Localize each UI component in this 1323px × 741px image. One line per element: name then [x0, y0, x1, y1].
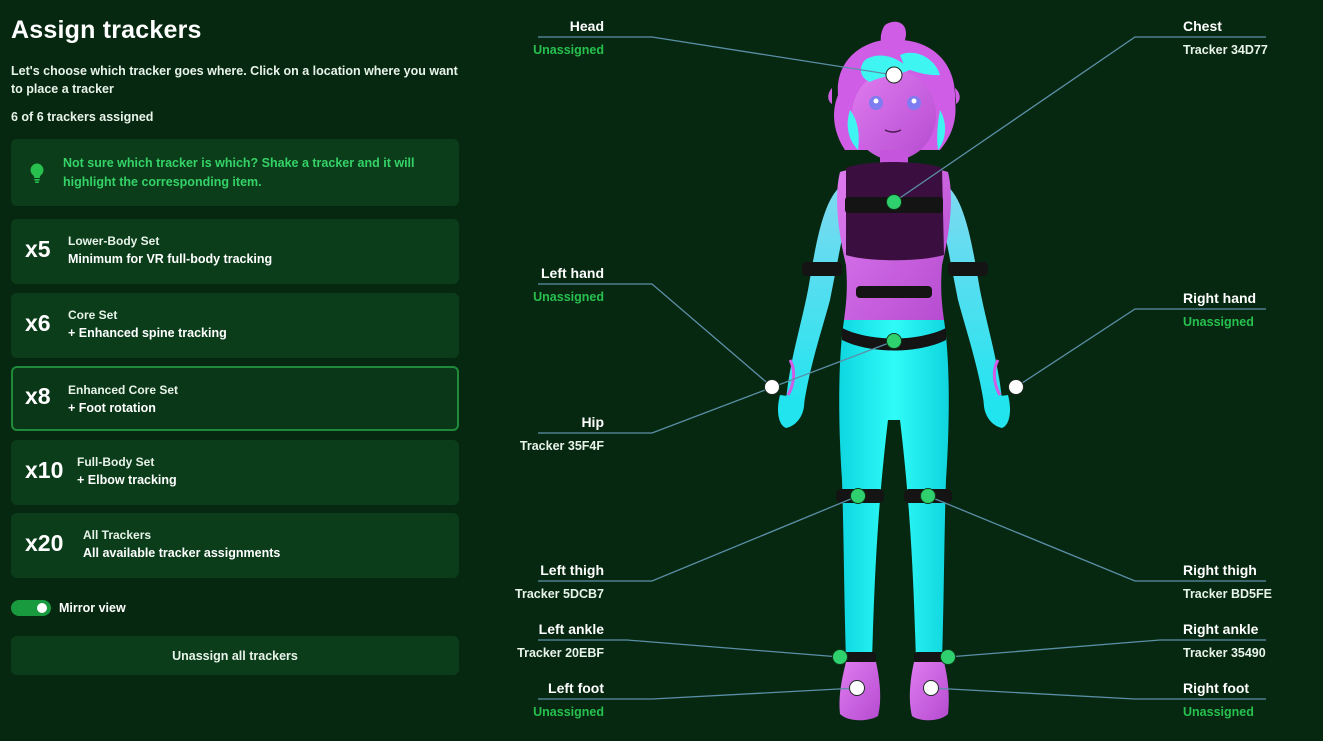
body-part-value: Unassigned [533, 290, 604, 304]
body-part-name: Left thigh [540, 562, 604, 578]
label-left-foot[interactable]: Left foot Unassigned [533, 680, 604, 719]
dot-head[interactable] [885, 66, 903, 84]
label-hip[interactable]: Hip Tracker 35F4F [520, 414, 604, 453]
dot-left-foot[interactable] [849, 680, 865, 696]
body-part-name: Hip [581, 414, 604, 430]
dot-chest[interactable] [886, 194, 902, 210]
body-part-value: Unassigned [1183, 315, 1254, 329]
label-left-thigh[interactable]: Left thigh Tracker 5DCB7 [515, 562, 604, 601]
label-left-hand[interactable]: Left hand Unassigned [533, 265, 604, 304]
body-part-name: Right thigh [1183, 562, 1257, 578]
body-part-name: Left foot [548, 680, 604, 696]
body-part-name: Right ankle [1183, 621, 1259, 637]
body-part-name: Chest [1183, 18, 1222, 34]
body-part-value: Unassigned [533, 43, 604, 57]
body-part-name: Head [569, 18, 604, 34]
label-chest[interactable]: Chest Tracker 34D77 [1183, 18, 1268, 57]
body-part-value: Tracker 35F4F [519, 439, 604, 453]
body-part-name: Left ankle [538, 621, 604, 637]
dot-hip[interactable] [886, 333, 902, 349]
label-right-thigh[interactable]: Right thigh Tracker BD5FE [1183, 562, 1272, 601]
avatar-stage [538, 21, 1266, 721]
body-part-value: Unassigned [1183, 705, 1254, 719]
dot-left-ankle[interactable] [832, 649, 848, 665]
body-part-value: Tracker 20EBF [517, 646, 604, 660]
dot-right-thigh[interactable] [920, 488, 936, 504]
label-right-hand[interactable]: Right hand Unassigned [1183, 290, 1256, 329]
body-part-value: Tracker 5DCB7 [515, 587, 604, 601]
label-right-ankle[interactable]: Right ankle Tracker 35490 [1183, 621, 1266, 660]
label-left-ankle[interactable]: Left ankle Tracker 20EBF [517, 621, 604, 660]
dot-right-hand[interactable] [1008, 379, 1024, 395]
dot-left-hand[interactable] [764, 379, 780, 395]
body-part-value: Tracker 35490 [1183, 646, 1266, 660]
body-part-name: Right hand [1183, 290, 1257, 306]
label-head[interactable]: Head Unassigned [533, 18, 604, 57]
body-part-value: Tracker BD5FE [1183, 587, 1272, 601]
dot-left-thigh[interactable] [850, 488, 866, 504]
avatar-figure [778, 21, 1010, 721]
label-right-foot[interactable]: Right foot Unassigned [1183, 680, 1254, 719]
body-part-name: Left hand [541, 265, 604, 281]
body-part-value: Tracker 34D77 [1183, 43, 1268, 57]
body-part-name: Right foot [1183, 680, 1250, 696]
dot-right-foot[interactable] [923, 680, 939, 696]
dot-right-ankle[interactable] [940, 649, 956, 665]
body-part-value: Unassigned [533, 705, 604, 719]
